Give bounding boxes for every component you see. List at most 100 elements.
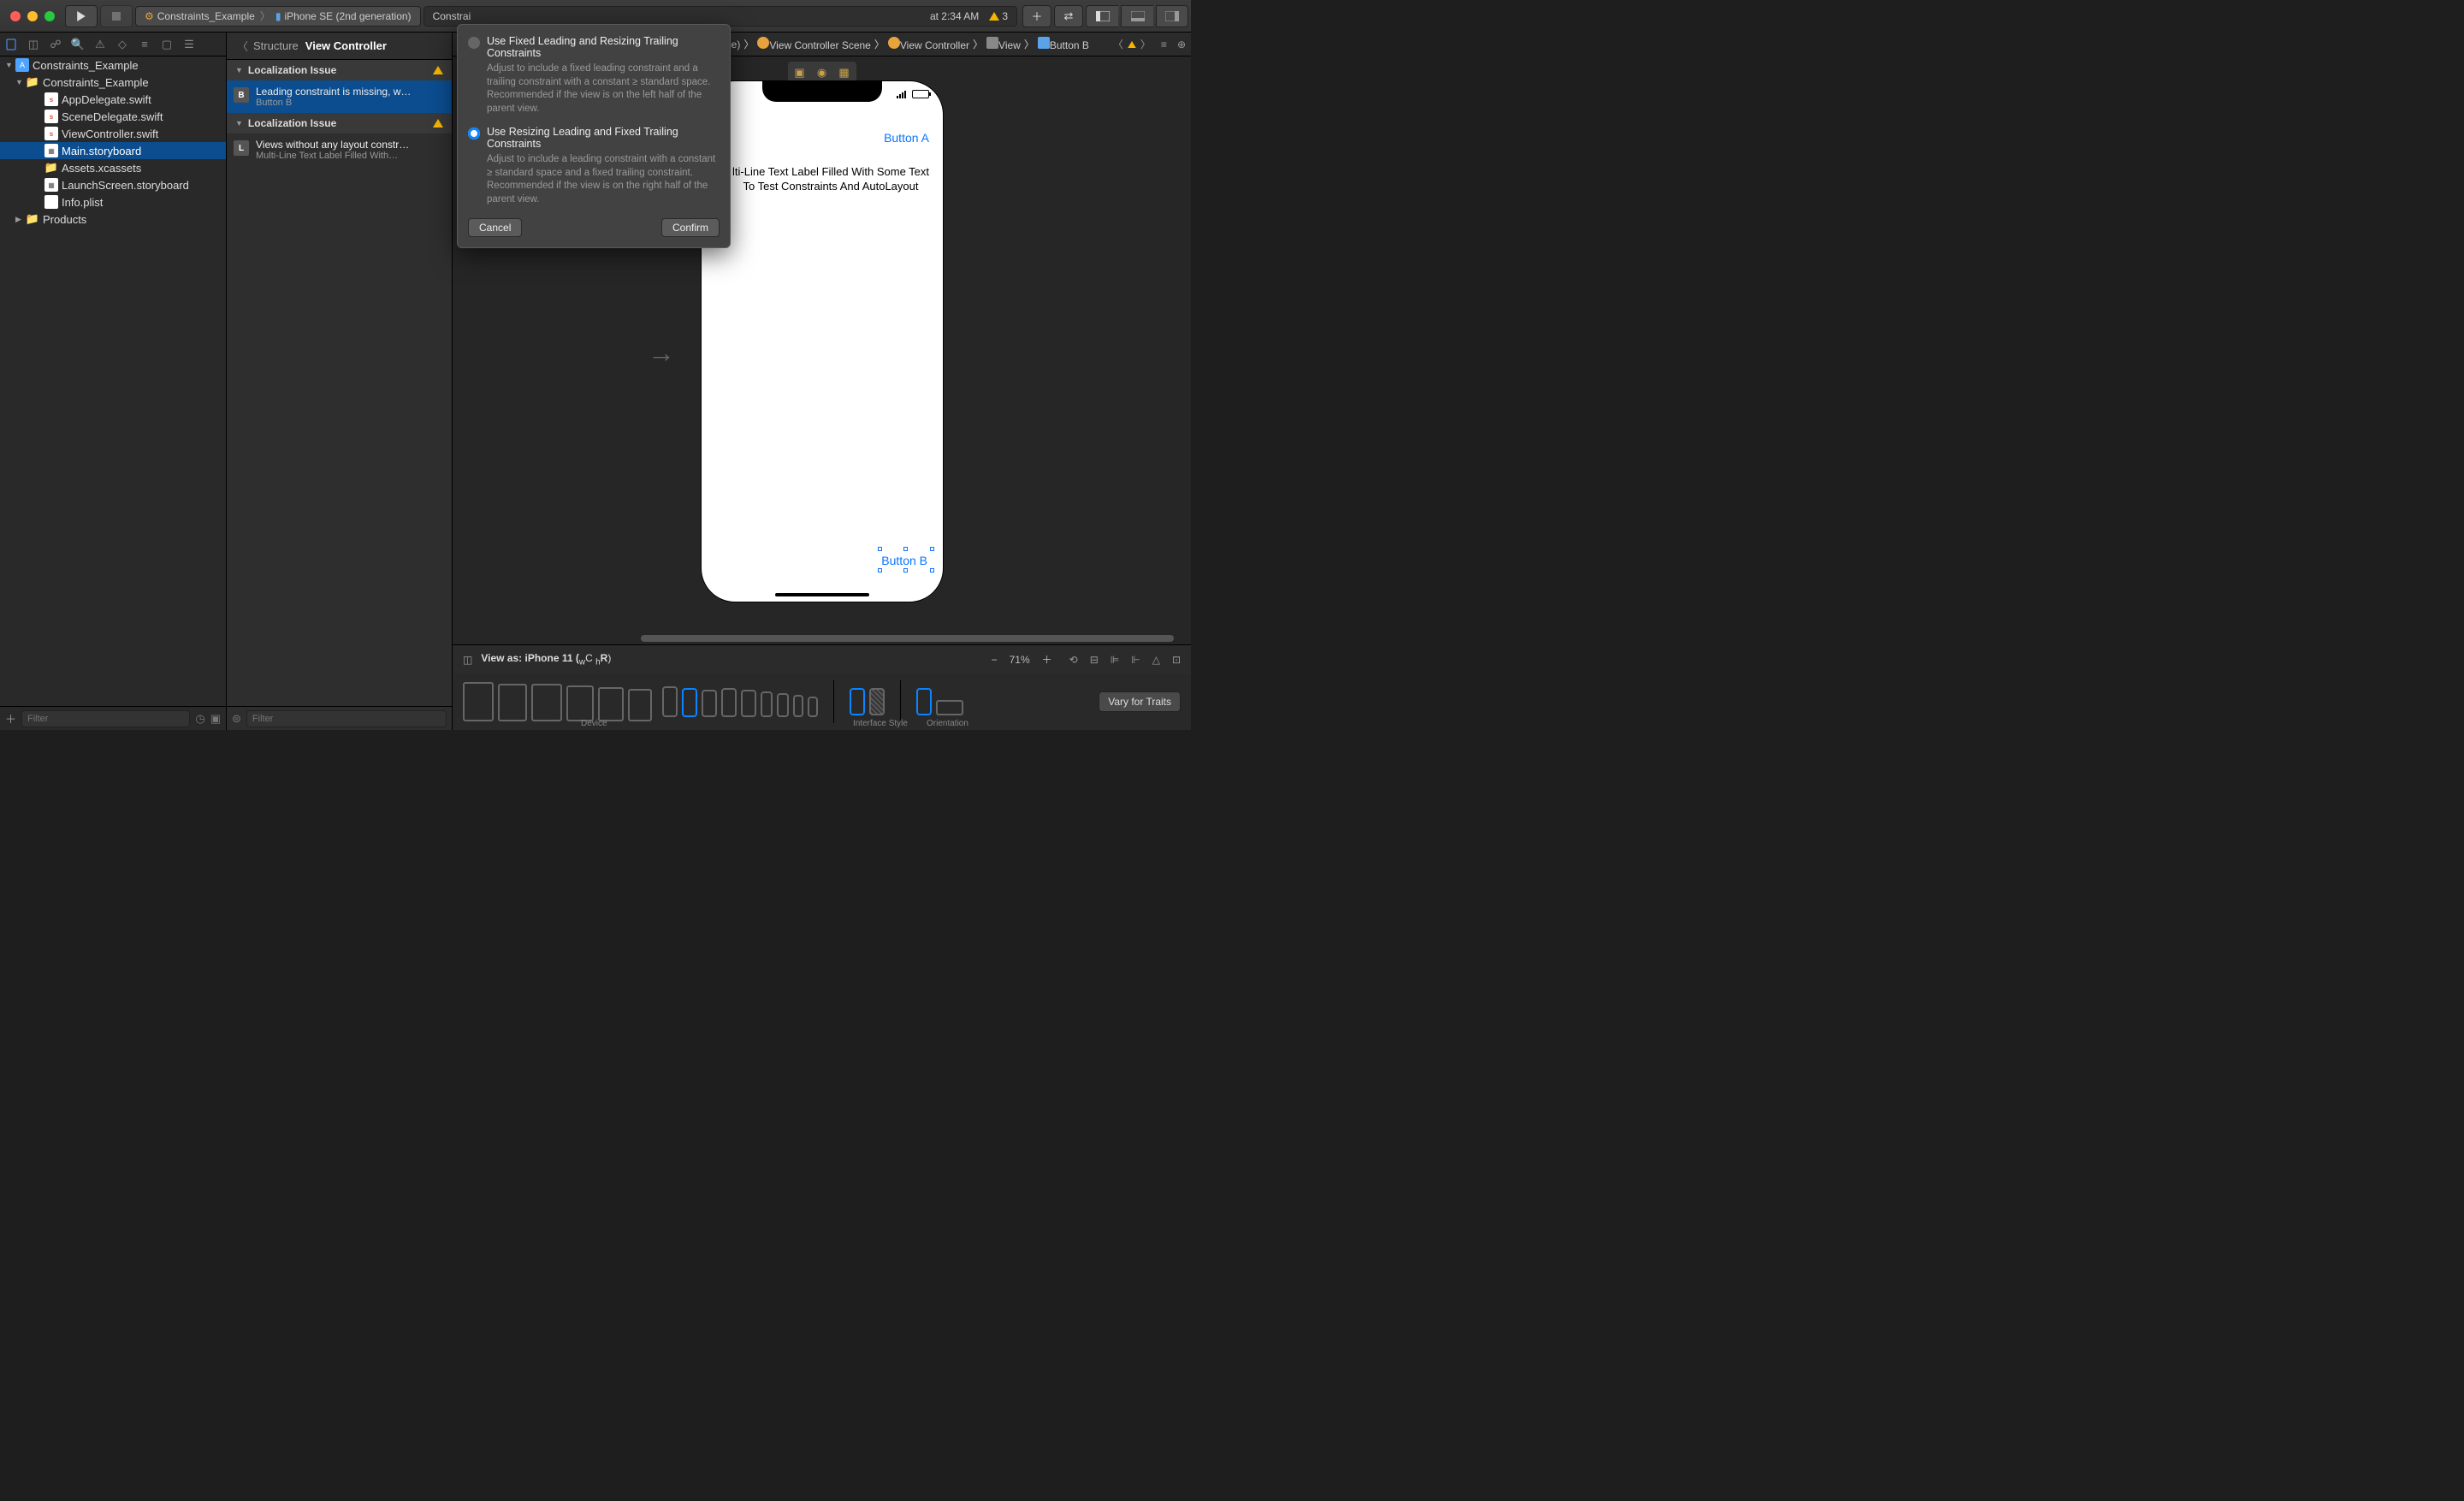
orientation-portrait[interactable] (916, 688, 932, 715)
minimize-window-button[interactable] (27, 11, 38, 21)
tree-project-root[interactable]: ▼AConstraints_Example (0, 56, 226, 74)
status-left: Constrai (433, 10, 471, 22)
jump-next-icon[interactable]: 〉 (1140, 37, 1151, 51)
device-preview: Button A lti-Line Text Label Filled With… (701, 80, 944, 602)
device-iphone-8[interactable] (793, 695, 803, 717)
canvas-scrollbar[interactable] (641, 632, 1174, 644)
device-iphone-5[interactable] (741, 690, 756, 717)
canvas-tool-3[interactable]: ▦ (836, 65, 853, 80)
project-navigator-tab[interactable] (3, 37, 19, 52)
tree-products[interactable]: ▶📁Products (0, 211, 226, 228)
outline-filter-input[interactable] (246, 710, 447, 727)
add-button[interactable]: ＋ (5, 710, 16, 727)
canvas-tool-2[interactable]: ◉ (814, 65, 831, 80)
device-ipad-1[interactable] (463, 682, 494, 721)
resolve-issues-icon[interactable]: △ (1152, 654, 1160, 666)
device-iphone-6[interactable] (761, 691, 773, 717)
outline-back[interactable]: Structure (253, 39, 299, 52)
zoom-window-button[interactable] (44, 11, 55, 21)
show-navigator-button[interactable] (1086, 5, 1118, 27)
editor-options-icon[interactable]: ⊡ (1172, 654, 1181, 666)
warning-icon (989, 12, 999, 21)
scm-filter-icon[interactable]: ▣ (210, 712, 221, 726)
report-navigator-tab[interactable]: ☰ (181, 37, 197, 52)
tree-file-launchscreen[interactable]: ▦LaunchScreen.storyboard (0, 176, 226, 193)
scheme-selector[interactable]: ⚙ Constraints_Example 〉 ▮ iPhone SE (2nd… (135, 6, 421, 27)
device-ipad-5[interactable] (598, 687, 624, 721)
find-navigator-tab[interactable]: 🔍 (70, 37, 86, 52)
zoom-out-button[interactable]: − (992, 654, 998, 666)
cancel-button[interactable]: Cancel (468, 218, 522, 237)
issue-header-1[interactable]: ▼ Localization Issue (227, 60, 452, 80)
confirm-button[interactable]: Confirm (661, 218, 720, 237)
device-iphone-3[interactable] (702, 690, 717, 717)
debug-navigator-tab[interactable]: ≡ (137, 37, 152, 52)
issue-item-2[interactable]: L Views without any layout constr… Multi… (227, 133, 452, 166)
device-ipad-4[interactable] (566, 685, 594, 721)
device-iphone-1[interactable] (662, 686, 678, 717)
issues-badge[interactable]: 3 (989, 10, 1008, 22)
source-control-navigator-tab[interactable]: ◫ (26, 37, 41, 52)
selection-handles[interactable] (878, 547, 934, 573)
show-debug-area-button[interactable] (1121, 5, 1153, 27)
adjust-editor-icon[interactable]: ≡ (1161, 39, 1167, 50)
warning-icon[interactable] (1128, 41, 1136, 48)
issue-header-2[interactable]: ▼ Localization Issue (227, 113, 452, 133)
traffic-lights (0, 11, 65, 21)
view-as-label[interactable]: View as: iPhone 11 (wC hR) (481, 652, 611, 667)
zoom-in-button[interactable]: ＋ (1042, 652, 1052, 667)
tree-group[interactable]: ▼📁Constraints_Example (0, 74, 226, 91)
canvas-multiline-label[interactable]: lti-Line Text Label Filled With Some Tex… (732, 165, 929, 194)
tree-file-scenedelegate[interactable]: sSceneDelegate.swift (0, 108, 226, 125)
jump-prev-icon[interactable]: 〈 (1113, 37, 1123, 51)
ipad-devices (463, 682, 652, 721)
code-review-button[interactable]: ⇄ (1054, 5, 1083, 27)
vary-for-traits-button[interactable]: Vary for Traits (1099, 691, 1181, 712)
device-ipad-2[interactable] (498, 684, 527, 721)
stop-button[interactable] (100, 5, 133, 27)
recent-filter-icon[interactable]: ◷ (195, 712, 204, 726)
divider (900, 680, 901, 723)
style-light[interactable] (850, 688, 865, 715)
radio-checked-icon[interactable] (468, 128, 480, 139)
tree-file-assets[interactable]: 📁Assets.xcassets (0, 159, 226, 176)
popover-option-1[interactable]: Use Fixed Leading and Resizing Trailing … (458, 28, 730, 119)
device-iphone-selected[interactable] (682, 688, 697, 717)
zoom-level[interactable]: 71% (1010, 654, 1030, 666)
issue-item-1[interactable]: B Leading constraint is missing, w… Butt… (227, 80, 452, 113)
test-navigator-tab[interactable]: ◇ (115, 37, 130, 52)
run-button[interactable] (65, 5, 98, 27)
tree-file-appdelegate[interactable]: sAppDelegate.swift (0, 91, 226, 108)
close-window-button[interactable] (10, 11, 21, 21)
status-bar-right (897, 90, 929, 98)
navigator-filter-input[interactable] (21, 710, 190, 727)
embed-in-icon[interactable]: ⊟ (1090, 654, 1099, 666)
canvas-tool-1[interactable]: ▣ (791, 65, 808, 80)
update-frames-icon[interactable]: ⟲ (1069, 654, 1078, 666)
outline-toggle-icon[interactable]: ◫ (463, 654, 472, 666)
issue-navigator-tab[interactable]: ⚠ (92, 37, 108, 52)
tree-file-viewcontroller[interactable]: sViewController.swift (0, 125, 226, 142)
popover-option-2[interactable]: Use Resizing Leading and Fixed Trailing … (458, 119, 730, 210)
orientation-landscape[interactable] (936, 700, 963, 715)
pin-icon[interactable]: ⊩ (1131, 654, 1140, 666)
symbol-navigator-tab[interactable]: ☍ (48, 37, 63, 52)
canvas-button-a[interactable]: Button A (884, 131, 929, 145)
device-ipad-3[interactable] (531, 684, 562, 721)
device-iphone-4[interactable] (721, 688, 737, 717)
zoom-controls: − 71% ＋ (992, 652, 1052, 667)
show-inspectors-button[interactable] (1156, 5, 1188, 27)
align-icon[interactable]: ⊫ (1111, 654, 1119, 666)
entry-point-arrow-icon[interactable]: → (648, 337, 675, 369)
tree-file-infoplist[interactable]: Info.plist (0, 193, 226, 211)
style-dark[interactable] (869, 688, 885, 715)
add-editor-icon[interactable]: ⊕ (1177, 39, 1186, 50)
device-ipad-6[interactable] (628, 689, 652, 721)
tree-file-mainstoryboard[interactable]: ▦Main.storyboard (0, 142, 226, 159)
device-iphone-7[interactable] (777, 693, 789, 717)
radio-unchecked-icon[interactable] (468, 37, 480, 49)
notch (762, 81, 882, 102)
library-button[interactable]: ＋ (1022, 5, 1051, 27)
breakpoint-navigator-tab[interactable]: ▢ (159, 37, 175, 52)
device-iphone-9[interactable] (808, 697, 818, 717)
